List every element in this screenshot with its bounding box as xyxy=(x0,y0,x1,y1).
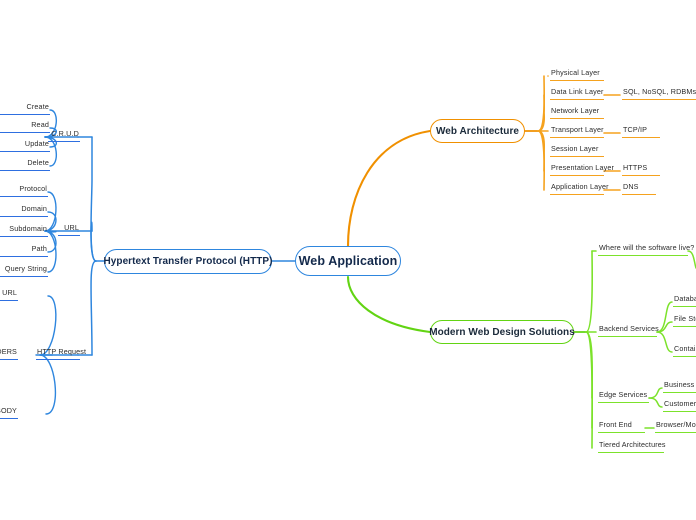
leaf-create[interactable]: Create xyxy=(0,101,50,115)
leaf-query-string[interactable]: Query String xyxy=(0,263,48,277)
node-http-request-label: HTTP Request xyxy=(37,347,87,356)
branch-node-web-architecture-label: Web Architecture xyxy=(435,125,520,137)
leaf-transport-layer[interactable]: Transport Layer xyxy=(550,124,604,138)
leaf-databases-label: SQL, NoSQL, RDBMs xyxy=(623,87,696,96)
leaf-tcp-ip-label: TCP/IP xyxy=(623,125,648,134)
leaf-databases[interactable]: SQL, NoSQL, RDBMs xyxy=(622,86,696,100)
leaf-path[interactable]: Path xyxy=(0,243,48,257)
leaf-data-link-layer[interactable]: Data Link Layer xyxy=(550,86,604,100)
root-node[interactable]: Web Application xyxy=(295,246,401,276)
node-edge-services[interactable]: Edge Services xyxy=(598,389,649,403)
node-crud-label: C.R.U.D xyxy=(51,129,79,138)
leaf-presentation-layer-label: Presentation Layer xyxy=(551,163,615,172)
node-backend-services-label: Backend Services xyxy=(599,324,659,333)
leaf-update-label: Update xyxy=(24,139,49,148)
leaf-https-label: HTTPS xyxy=(623,163,648,172)
leaf-containers[interactable]: Containers xyxy=(673,343,696,357)
leaf-application-layer[interactable]: Application Layer xyxy=(550,181,609,195)
leaf-containers-label: Containers xyxy=(674,344,696,353)
leaf-delete[interactable]: Delete xyxy=(0,157,50,171)
node-front-end[interactable]: Front End xyxy=(598,419,645,433)
leaf-tiered-architectures-label: Tiered Architectures xyxy=(599,440,666,449)
leaf-customer[interactable]: Customer xyxy=(663,398,696,412)
leaf-network-layer-label: Network Layer xyxy=(551,106,600,115)
branch-node-web-architecture[interactable]: Web Architecture xyxy=(430,119,525,143)
leaf-request-headers-label: HEADERS xyxy=(0,347,17,356)
mindmap-canvas: Web Application Hypertext Transfer Proto… xyxy=(0,0,696,520)
leaf-network-layer[interactable]: Network Layer xyxy=(550,105,604,119)
leaf-presentation-layer[interactable]: Presentation Layer xyxy=(550,162,614,176)
leaf-business-logic-label: Business Logic xyxy=(664,380,696,389)
leaf-path-label: Path xyxy=(31,244,47,253)
branch-node-modern-web-design[interactable]: Modern Web Design Solutions xyxy=(429,320,575,344)
leaf-subdomain[interactable]: Subdomain xyxy=(0,223,48,237)
leaf-physical-layer-label: Physical Layer xyxy=(551,68,600,77)
node-crud[interactable]: C.R.U.D xyxy=(48,128,80,142)
leaf-update[interactable]: Update xyxy=(0,138,50,152)
node-edge-services-label: Edge Services xyxy=(599,390,648,399)
leaf-where-will-software-live[interactable]: Where will the software live? xyxy=(598,242,694,256)
node-url[interactable]: URL xyxy=(58,222,80,236)
leaf-request-body-label: BODY xyxy=(0,406,17,415)
leaf-customer-label: Customer xyxy=(664,399,696,408)
leaf-database[interactable]: Database xyxy=(673,293,696,307)
leaf-domain-label: Domain xyxy=(21,204,47,213)
node-url-label: URL xyxy=(64,223,79,232)
leaf-dns-label: DNS xyxy=(623,182,639,191)
leaf-browser-mobile-label: Browser/Mobile xyxy=(656,420,696,429)
leaf-read[interactable]: Read xyxy=(0,119,50,133)
leaf-business-logic[interactable]: Business Logic xyxy=(663,379,696,393)
leaf-request-url[interactable]: URL xyxy=(0,287,18,301)
leaf-database-label: Database xyxy=(674,294,696,303)
node-front-end-label: Front End xyxy=(599,420,632,429)
leaf-create-label: Create xyxy=(26,102,49,111)
leaf-domain[interactable]: Domain xyxy=(0,203,48,217)
leaf-request-headers[interactable]: HEADERS xyxy=(0,346,18,360)
leaf-read-label: Read xyxy=(31,120,49,129)
leaf-request-url-label: URL xyxy=(2,288,17,297)
leaf-browser-mobile[interactable]: Browser/Mobile xyxy=(655,419,696,433)
leaf-application-layer-label: Application Layer xyxy=(551,182,609,191)
leaf-file-storage-label: File Storage xyxy=(674,314,696,323)
leaf-protocol[interactable]: Protocol xyxy=(0,183,48,197)
node-http-request[interactable]: HTTP Request xyxy=(36,346,86,360)
leaf-tiered-architectures[interactable]: Tiered Architectures xyxy=(598,439,666,453)
branch-node-http[interactable]: Hypertext Transfer Protocol (HTTP) xyxy=(104,249,272,274)
leaf-protocol-label: Protocol xyxy=(19,184,47,193)
leaf-session-layer[interactable]: Session Layer xyxy=(550,143,604,157)
leaf-tcp-ip[interactable]: TCP/IP xyxy=(622,124,660,138)
leaf-transport-layer-label: Transport Layer xyxy=(551,125,604,134)
leaf-subdomain-label: Subdomain xyxy=(9,224,47,233)
leaf-dns[interactable]: DNS xyxy=(622,181,656,195)
leaf-https[interactable]: HTTPS xyxy=(622,162,660,176)
leaf-where-will-software-live-label: Where will the software live? xyxy=(599,243,695,252)
leaf-request-body[interactable]: BODY xyxy=(0,405,18,419)
leaf-query-string-label: Query String xyxy=(4,264,47,273)
branch-node-modern-web-design-label: Modern Web Design Solutions xyxy=(429,326,575,338)
root-node-label: Web Application xyxy=(298,254,398,268)
branch-node-http-label: Hypertext Transfer Protocol (HTTP) xyxy=(103,256,273,267)
leaf-data-link-layer-label: Data Link Layer xyxy=(551,87,604,96)
leaf-session-layer-label: Session Layer xyxy=(551,144,599,153)
leaf-physical-layer[interactable]: Physical Layer xyxy=(550,67,604,81)
node-backend-services[interactable]: Backend Services xyxy=(598,323,659,337)
leaf-delete-label: Delete xyxy=(27,158,49,167)
leaf-file-storage[interactable]: File Storage xyxy=(673,313,696,327)
